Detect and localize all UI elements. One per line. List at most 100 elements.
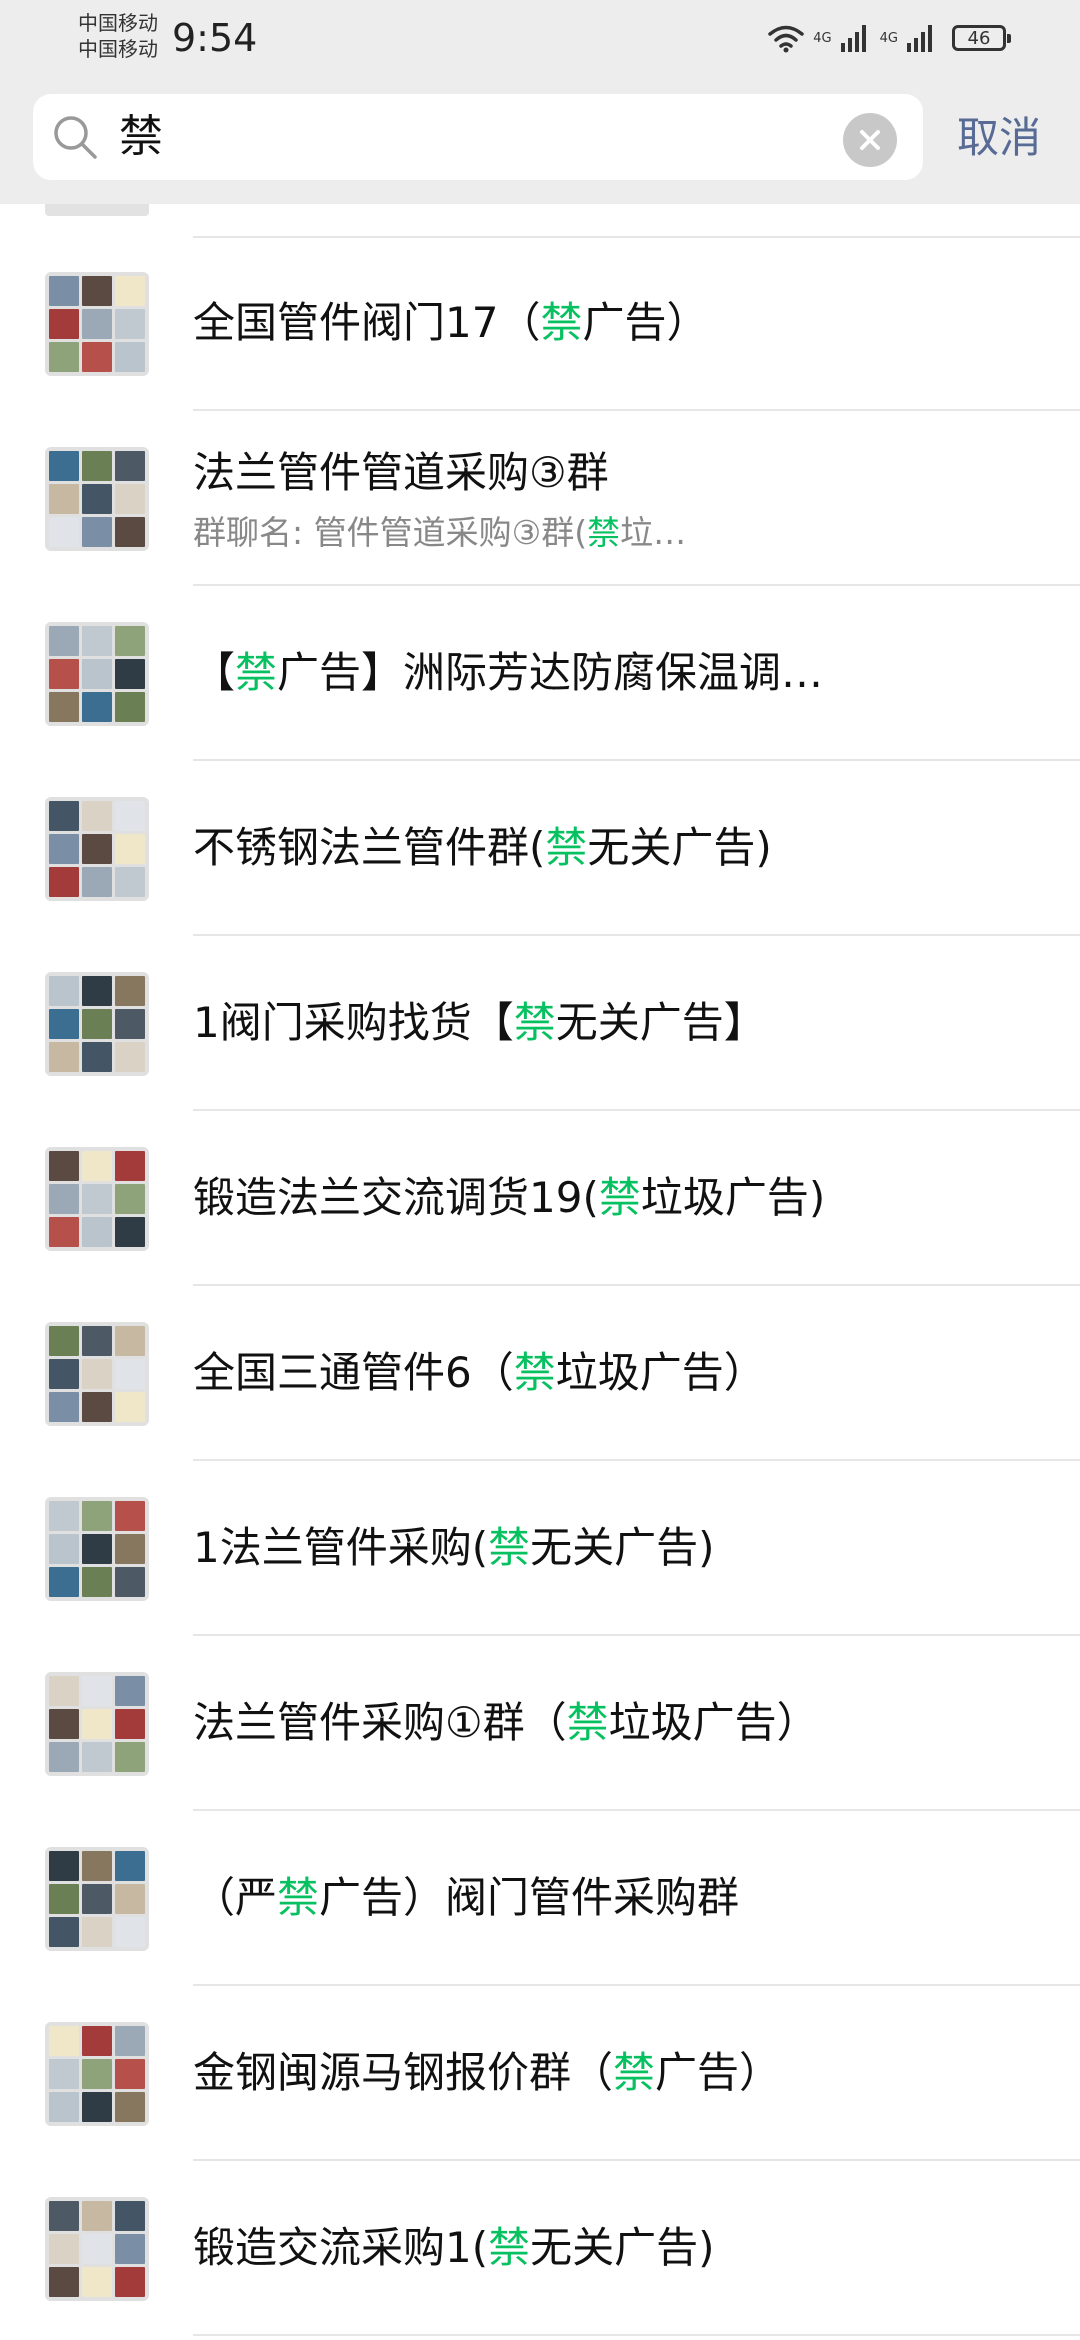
member-avatar-tile bbox=[115, 1709, 145, 1739]
member-avatar-tile bbox=[49, 1884, 79, 1914]
member-avatar-tile bbox=[49, 976, 79, 1006]
member-avatar-tile bbox=[49, 2201, 79, 2231]
title-text: 【 bbox=[193, 648, 236, 697]
title-text: 垃圾广告) bbox=[640, 1173, 826, 1222]
result-title: 法兰管件管道采购③群 bbox=[193, 445, 609, 501]
keyword-highlight: 禁 bbox=[277, 1873, 320, 1922]
member-avatar-tile bbox=[115, 1676, 145, 1706]
member-avatar-tile bbox=[82, 2201, 112, 2231]
member-avatar-tile bbox=[82, 484, 112, 514]
member-avatar-tile bbox=[49, 1359, 79, 1389]
member-avatar-tile bbox=[82, 801, 112, 831]
divider bbox=[193, 1984, 1080, 1986]
divider bbox=[193, 934, 1080, 936]
member-avatar-tile bbox=[115, 2267, 145, 2297]
group-avatar bbox=[45, 272, 149, 376]
group-avatar bbox=[45, 1672, 149, 1776]
cancel-button[interactable]: 取消 bbox=[957, 108, 1041, 168]
keyword-highlight: 禁 bbox=[613, 2048, 656, 2097]
divider bbox=[193, 1809, 1080, 1811]
title-text: 1阀门采购找货【 bbox=[193, 998, 514, 1047]
clear-search-button[interactable] bbox=[843, 113, 897, 167]
member-avatar-tile bbox=[115, 484, 145, 514]
member-avatar-tile bbox=[49, 659, 79, 689]
member-avatar-tile bbox=[82, 1501, 112, 1531]
search-result-row[interactable]: 全国三通管件6（禁垃圾广告） bbox=[0, 1288, 1080, 1461]
search-result-row[interactable]: 【禁广告】洲际芳达防腐保温调… bbox=[0, 588, 1080, 761]
title-text: 法兰管件采购①群（ bbox=[193, 1698, 567, 1747]
member-avatar-tile bbox=[115, 451, 145, 481]
search-input[interactable]: 禁 bbox=[33, 94, 923, 180]
member-avatar-tile bbox=[49, 1217, 79, 1247]
member-avatar-tile bbox=[82, 659, 112, 689]
search-result-row[interactable]: 1阀门采购找货【禁无关广告】 bbox=[0, 938, 1080, 1111]
title-text: 全国管件阀门17（ bbox=[193, 298, 541, 347]
member-avatar-tile bbox=[115, 1851, 145, 1881]
keyword-highlight: 禁 bbox=[513, 998, 556, 1047]
member-avatar-tile bbox=[49, 801, 79, 831]
result-title: 【禁广告】洲际芳达防腐保温调… bbox=[193, 645, 823, 701]
member-avatar-tile bbox=[115, 1326, 145, 1356]
member-avatar-tile bbox=[115, 1151, 145, 1181]
search-result-row[interactable]: 金钢闽源马钢报价群（禁广告） bbox=[0, 1988, 1080, 2161]
divider bbox=[193, 1634, 1080, 1636]
close-icon bbox=[860, 130, 880, 150]
member-avatar-tile bbox=[49, 1742, 79, 1772]
member-avatar-tile bbox=[82, 342, 112, 372]
search-result-row[interactable]: 不锈钢法兰管件群(禁无关广告) bbox=[0, 763, 1080, 936]
group-avatar bbox=[45, 1322, 149, 1426]
member-avatar-tile bbox=[49, 342, 79, 372]
search-result-row[interactable]: 法兰管件管道采购③群群聊名: 管件管道采购③群(禁垃… bbox=[0, 413, 1080, 586]
result-title: 全国管件阀门17（禁广告） bbox=[193, 295, 708, 351]
member-avatar-tile bbox=[115, 1217, 145, 1247]
search-query[interactable]: 禁 bbox=[119, 112, 163, 162]
group-avatar bbox=[45, 2022, 149, 2126]
title-text: 无关广告) bbox=[530, 2223, 715, 2272]
keyword-highlight: 禁 bbox=[540, 298, 583, 347]
divider bbox=[193, 1109, 1080, 1111]
result-title: 全国三通管件6（禁垃圾广告） bbox=[193, 1345, 766, 1401]
member-avatar-tile bbox=[115, 2092, 145, 2122]
member-avatar-tile bbox=[49, 1392, 79, 1422]
search-result-row[interactable]: 1法兰管件采购(禁无关广告) bbox=[0, 1463, 1080, 1636]
group-avatar bbox=[45, 447, 149, 551]
title-text: 垃圾广告） bbox=[608, 1698, 819, 1747]
divider bbox=[193, 1459, 1080, 1461]
member-avatar-tile bbox=[115, 1742, 145, 1772]
member-avatar-tile bbox=[82, 451, 112, 481]
member-avatar-tile bbox=[82, 2267, 112, 2297]
result-title: 1阀门采购找货【禁无关广告】 bbox=[193, 995, 766, 1051]
search-result-row[interactable]: 法兰管件采购①群（禁垃圾广告） bbox=[0, 1638, 1080, 1811]
title-text: 广告）阀门管件采购群 bbox=[319, 1873, 740, 1922]
member-avatar-tile bbox=[82, 2092, 112, 2122]
search-result-row[interactable]: 锻造法兰交流调货19(禁垃圾广告) bbox=[0, 1113, 1080, 1286]
member-avatar-tile bbox=[115, 626, 145, 656]
result-subtitle: 群聊名: 管件管道采购③群(禁垃… bbox=[193, 513, 686, 553]
member-avatar-tile bbox=[115, 976, 145, 1006]
title-text: 广告】洲际芳达防腐保温调… bbox=[277, 648, 824, 697]
member-avatar-tile bbox=[49, 1151, 79, 1181]
search-result-row[interactable]: 全国管件阀门17（禁广告） bbox=[0, 238, 1080, 411]
member-avatar-tile bbox=[82, 1217, 112, 1247]
member-avatar-tile bbox=[82, 2026, 112, 2056]
group-avatar bbox=[45, 1497, 149, 1601]
search-result-row[interactable]: （严禁广告）阀门管件采购群 bbox=[0, 1813, 1080, 1986]
member-avatar-tile bbox=[49, 1042, 79, 1072]
group-avatar bbox=[45, 1847, 149, 1951]
search-result-row[interactable]: 锻造交流采购1(禁无关广告) bbox=[0, 2163, 1080, 2336]
member-avatar-tile bbox=[82, 1534, 112, 1564]
member-avatar-tile bbox=[49, 276, 79, 306]
member-avatar-tile bbox=[115, 834, 145, 864]
keyword-highlight: 禁 bbox=[545, 823, 588, 872]
status-bar: 中国移动 中国移动 9:54 4G 4G 46 bbox=[0, 0, 1080, 80]
divider bbox=[193, 1284, 1080, 1286]
divider bbox=[193, 584, 1080, 586]
member-avatar-tile bbox=[115, 1392, 145, 1422]
title-text: 无关广告) bbox=[530, 1523, 715, 1572]
member-avatar-tile bbox=[82, 1742, 112, 1772]
member-avatar-tile bbox=[115, 1884, 145, 1914]
member-avatar-tile bbox=[82, 834, 112, 864]
member-avatar-tile bbox=[49, 1676, 79, 1706]
member-avatar-tile bbox=[49, 1184, 79, 1214]
member-avatar-tile bbox=[115, 276, 145, 306]
